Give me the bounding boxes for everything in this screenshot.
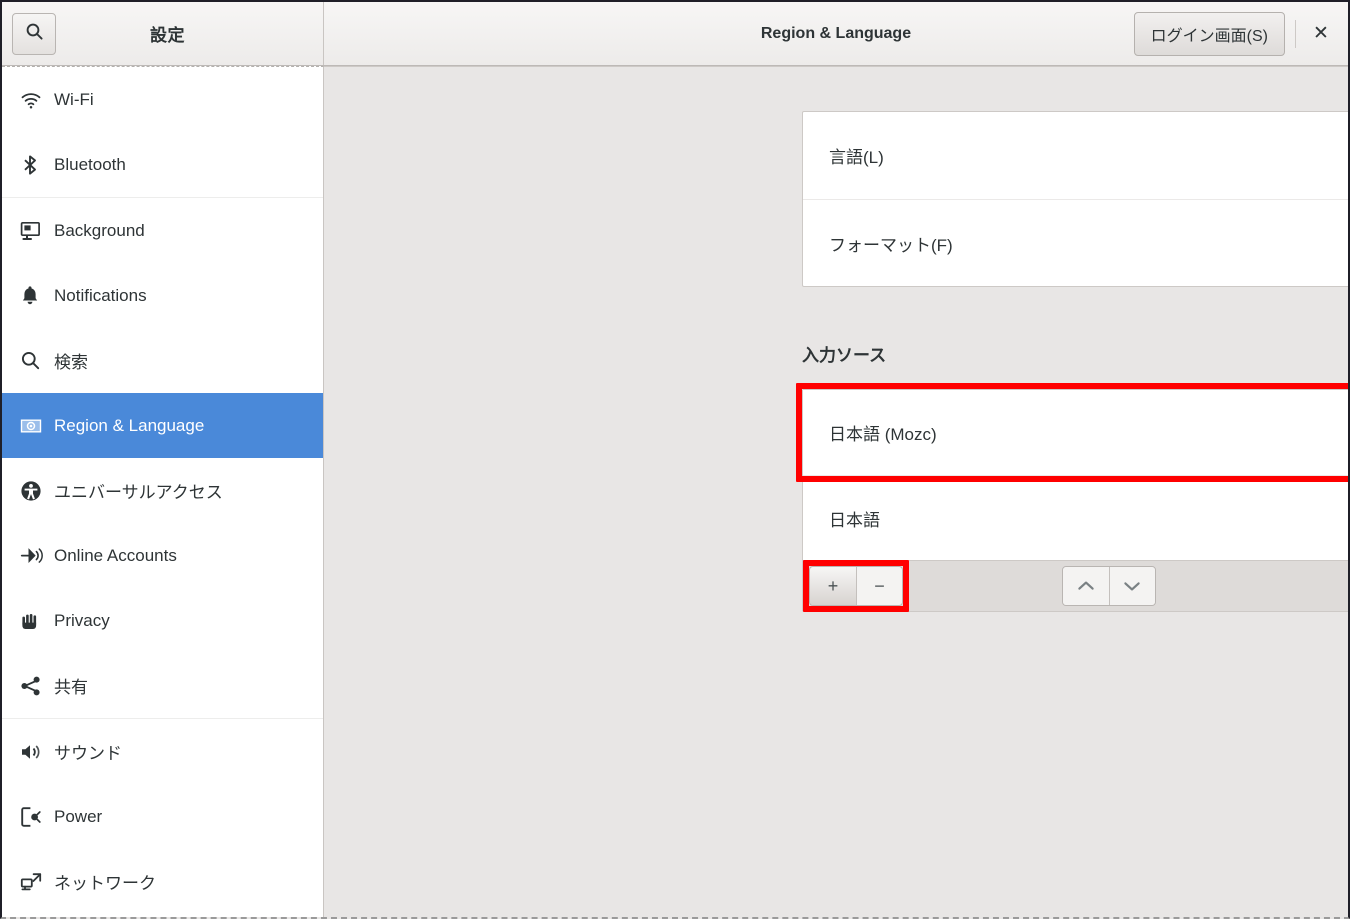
main-content: 言語(L) 日本語 フォーマット(F) 日本 入力ソース オプション(O): [324, 66, 1348, 917]
window-body: Wi-Fi Bluetooth Background Notifications…: [2, 66, 1348, 917]
share-icon: [20, 675, 54, 697]
header-right-section: Region & Language ログイン画面(S) ✕: [324, 2, 1348, 65]
network-icon: [20, 871, 54, 892]
sidebar-item-universal-access[interactable]: ユニバーサルアクセス: [2, 458, 323, 523]
header-bar: 設定 Region & Language ログイン画面(S) ✕: [2, 2, 1348, 66]
sidebar-item-label: ネットワーク: [54, 874, 156, 893]
input-source-label: 日本語 (Mozc): [829, 425, 937, 444]
sidebar-item-label: Online Accounts: [54, 545, 177, 565]
bluetooth-icon: [20, 154, 54, 176]
wifi-icon: [20, 90, 54, 110]
power-icon: [20, 806, 54, 828]
row-label: フォーマット(F): [829, 235, 953, 255]
sidebar-item-search[interactable]: 検索: [2, 328, 323, 393]
sidebar-item-label: 検索: [54, 353, 88, 372]
sidebar-item-notifications[interactable]: Notifications: [2, 263, 323, 328]
language-format-frame: 言語(L) 日本語 フォーマット(F) 日本: [802, 111, 1348, 287]
settings-window: 設定 Region & Language ログイン画面(S) ✕ Wi-Fi B…: [0, 0, 1350, 919]
privacy-hand-icon: [20, 610, 54, 631]
add-input-source-button[interactable]: +: [810, 567, 856, 605]
sidebar-item-label: Power: [54, 806, 103, 826]
app-title: 設定: [150, 26, 185, 45]
region-language-icon: [20, 417, 54, 435]
sidebar-item-label: Bluetooth: [54, 154, 126, 174]
content-column: 言語(L) 日本語 フォーマット(F) 日本 入力ソース オプション(O): [796, 111, 1348, 612]
input-source-row-japanese[interactable]: 日本語: [803, 475, 1348, 560]
chevron-up-icon: [1077, 581, 1094, 590]
chevron-down-icon: [1124, 582, 1140, 591]
sidebar-item-sharing[interactable]: 共有: [2, 653, 323, 718]
input-sources-list: 日本語 (Mozc) 日本語: [802, 389, 1348, 560]
online-accounts-icon: [20, 546, 54, 566]
input-source-label: 日本語: [829, 510, 880, 530]
bell-icon: [20, 285, 54, 306]
sidebar-item-wi-fi[interactable]: Wi-Fi: [2, 67, 323, 132]
header-divider: [1295, 19, 1296, 48]
accessibility-icon: [20, 480, 54, 502]
sidebar-item-sound[interactable]: サウンド: [2, 719, 323, 784]
sidebar-item-label: Privacy: [54, 610, 110, 630]
input-sources-header: 入力ソース オプション(O): [802, 329, 1348, 377]
login-screen-button[interactable]: ログイン画面(S): [1133, 11, 1285, 56]
sidebar-item-label: Region & Language: [54, 415, 205, 435]
close-icon[interactable]: ✕: [1306, 19, 1336, 49]
sidebar-item-region-language[interactable]: Region & Language: [2, 393, 323, 458]
input-source-row-mozc[interactable]: 日本語 (Mozc): [803, 390, 1348, 475]
input-sources-toolbar: + −: [802, 560, 1348, 612]
move-group: [1061, 566, 1156, 606]
row-label: 言語(L): [829, 148, 884, 167]
row-language[interactable]: 言語(L) 日本語: [803, 112, 1348, 199]
row-format[interactable]: フォーマット(F) 日本: [803, 199, 1348, 286]
header-left-section: 設定: [2, 2, 324, 65]
sidebar-item-label: Background: [54, 220, 145, 240]
sidebar-item-privacy[interactable]: Privacy: [2, 588, 323, 653]
sidebar-item-power[interactable]: Power: [2, 784, 323, 849]
search-button[interactable]: [12, 12, 56, 55]
move-down-button[interactable]: [1108, 567, 1155, 605]
sidebar-item-background[interactable]: Background: [2, 198, 323, 263]
search-icon: [20, 350, 54, 371]
sidebar-item-bluetooth[interactable]: Bluetooth: [2, 132, 323, 197]
sidebar-item-network[interactable]: ネットワーク: [2, 849, 323, 914]
search-icon: [25, 22, 44, 46]
sidebar-item-label: ユニバーサルアクセス: [54, 483, 223, 502]
sidebar-item-label: サウンド: [54, 744, 122, 763]
input-sources-title: 入力ソース: [802, 345, 887, 365]
sidebar: Wi-Fi Bluetooth Background Notifications…: [2, 66, 324, 917]
sound-icon: [20, 742, 54, 762]
input-sources-wrapper: 日本語 (Mozc) 日本語 + −: [796, 383, 1348, 612]
remove-input-source-button[interactable]: −: [856, 567, 902, 605]
sidebar-item-label: 共有: [54, 678, 88, 697]
sidebar-item-online-accounts[interactable]: Online Accounts: [2, 523, 323, 588]
add-remove-group: + −: [809, 566, 903, 606]
move-up-button[interactable]: [1062, 567, 1109, 605]
background-icon: [20, 221, 54, 241]
sidebar-item-label: Notifications: [54, 285, 147, 305]
sidebar-item-label: Wi-Fi: [54, 89, 94, 109]
header-actions: ログイン画面(S) ✕: [1133, 11, 1336, 56]
